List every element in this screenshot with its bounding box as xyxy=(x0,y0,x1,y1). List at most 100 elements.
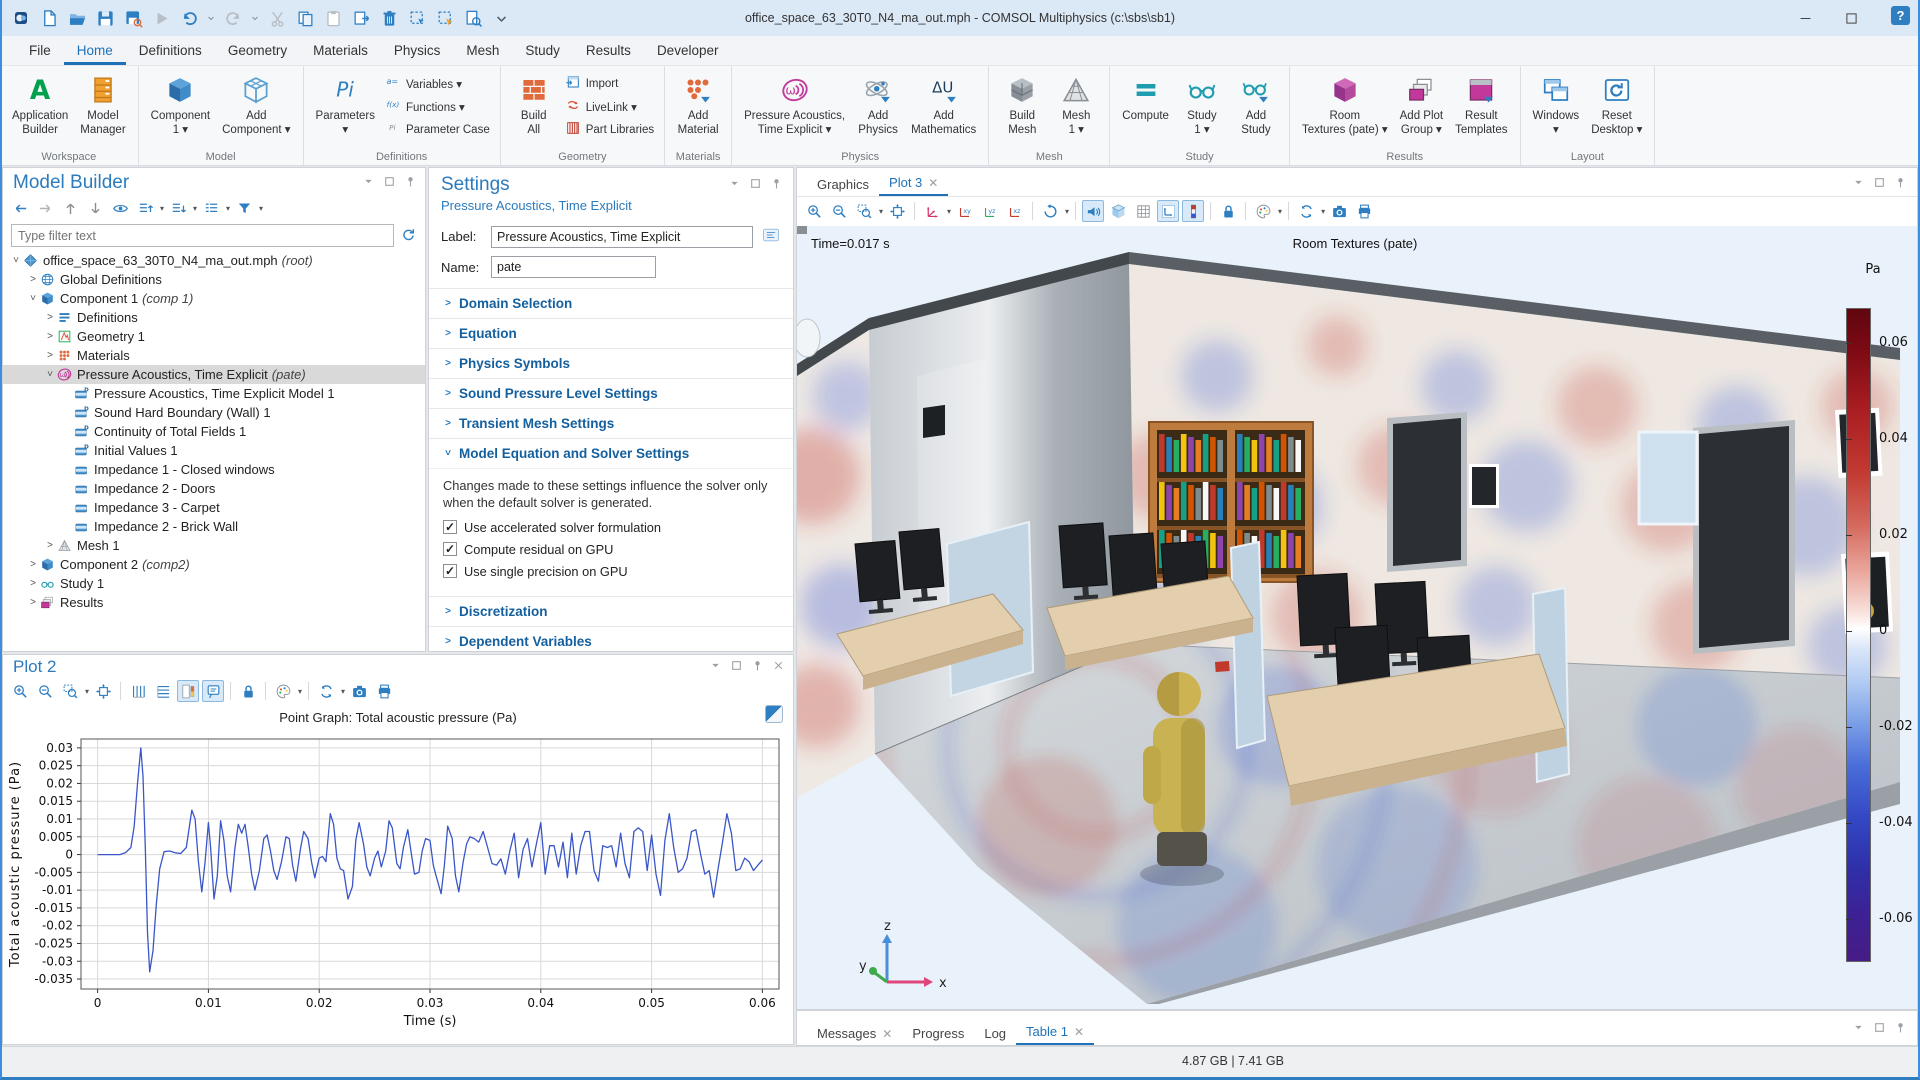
collapse-chevron-icon[interactable]: ˅ xyxy=(9,255,23,266)
checkbox-compute-residual-on-gpu[interactable]: ✓ Compute residual on GPU xyxy=(443,542,779,557)
open-folder-icon[interactable] xyxy=(64,5,90,31)
close-tab-icon[interactable]: ✕ xyxy=(882,1027,892,1041)
menu-tab-developer[interactable]: Developer xyxy=(644,36,732,65)
expand-chevron-icon[interactable]: ˃ xyxy=(441,328,455,339)
view-yz-button[interactable]: yz xyxy=(979,200,1001,222)
close-tab-icon[interactable]: ✕ xyxy=(1074,1025,1084,1039)
graphics-tab-plot-3[interactable]: Plot 3 ✕ xyxy=(879,171,949,196)
expand-chevron-icon[interactable]: ˃ xyxy=(441,418,455,429)
dropdown-caret-icon[interactable]: ▾ xyxy=(1278,207,1282,216)
rotate-button[interactable] xyxy=(1039,200,1061,222)
print-button[interactable] xyxy=(373,680,395,702)
tree-columns-button[interactable] xyxy=(200,197,222,219)
panel-menu-caret-icon[interactable] xyxy=(1852,1021,1865,1037)
undo-icon[interactable] xyxy=(176,5,202,31)
comsol-logo-icon[interactable] xyxy=(765,705,783,723)
ribbon-button-model-manager[interactable]: Model Manager xyxy=(74,70,131,141)
graphics-tab-graphics[interactable]: Graphics xyxy=(807,173,879,196)
ribbon-button-pate[interactable]: ω Pressure Acoustics, Time Explicit ▾ xyxy=(738,70,851,141)
collapse-levels-button[interactable] xyxy=(167,197,189,219)
settings-section-physics-symbols[interactable]: ˃ Physics Symbols xyxy=(429,348,793,378)
checkbox-use-single-precision-on-gpu[interactable]: ✓ Use single precision on GPU xyxy=(443,564,779,579)
save-find-icon[interactable] xyxy=(120,5,146,31)
dropdown-caret-icon[interactable]: ▾ xyxy=(298,687,302,696)
arrow-up-button[interactable] xyxy=(59,197,81,219)
new-file-icon[interactable] xyxy=(36,5,62,31)
settings-section-model-equation-and-solver-settings[interactable]: ˅ Model Equation and Solver Settings xyxy=(429,438,793,468)
tree-node[interactable]: ˃ Global Definitions xyxy=(3,270,425,289)
dropdown-caret-icon[interactable]: ▾ xyxy=(879,207,883,216)
ribbon-button-add-study[interactable]: Add Study xyxy=(1229,70,1283,141)
help-button[interactable]: ? xyxy=(1891,6,1910,25)
eye-button[interactable] xyxy=(109,197,131,219)
collapse-chevron-icon[interactable]: ˅ xyxy=(26,293,40,304)
redo-icon[interactable] xyxy=(220,5,246,31)
duplicate-icon[interactable] xyxy=(348,5,374,31)
tree-node[interactable]: ˃ Mesh 1 xyxy=(3,536,425,555)
ribbon-button-mesh1[interactable]: Mesh 1 ▾ xyxy=(1049,70,1103,141)
panel-menu-caret-icon[interactable] xyxy=(362,175,375,191)
menu-tab-home[interactable]: Home xyxy=(63,36,126,65)
ribbon-button-variables[interactable]: a= Variables ▾ xyxy=(385,74,490,93)
menu-tab-mesh[interactable]: Mesh xyxy=(453,36,512,65)
menu-tab-results[interactable]: Results xyxy=(573,36,644,65)
tree-node[interactable]: ˃ Study 1 xyxy=(3,574,425,593)
zoom-extents-button[interactable] xyxy=(92,680,114,702)
bottom-tab-log[interactable]: Log xyxy=(974,1022,1016,1045)
checkbox-checked-icon[interactable]: ✓ xyxy=(443,542,457,557)
select-frame-icon[interactable] xyxy=(404,5,430,31)
expand-chevron-icon[interactable]: ˃ xyxy=(26,274,40,285)
collapse-chevron-icon[interactable]: ˅ xyxy=(43,369,57,380)
ribbon-button-component[interactable]: Component 1 ▾ xyxy=(145,70,216,141)
zoom-out-button[interactable] xyxy=(828,200,850,222)
close-tab-icon[interactable]: ✕ xyxy=(928,176,938,190)
ribbon-button-app-builder[interactable]: A Application Builder xyxy=(6,70,74,141)
expand-chevron-icon[interactable]: ˃ xyxy=(441,606,455,617)
tree-node[interactable]: ˅ office_space_63_30T0_N4_ma_out.mph (root… xyxy=(3,251,425,270)
view-xz-button[interactable]: xz xyxy=(1004,200,1026,222)
pin-panel-icon[interactable] xyxy=(770,177,783,193)
menu-tab-definitions[interactable]: Definitions xyxy=(126,36,215,65)
ribbon-button-add-component[interactable]: Add Component ▾ xyxy=(216,70,296,141)
ribbon-button-room-textures[interactable]: Room Textures (pate) ▾ xyxy=(1296,70,1394,141)
float-panel-icon[interactable] xyxy=(1873,1021,1886,1037)
ribbon-button-reset-desktop[interactable]: Reset Desktop ▾ xyxy=(1585,70,1648,141)
dropdown-caret-icon[interactable]: ▾ xyxy=(193,204,197,213)
tree-node[interactable]: ˅ Component 1 (comp 1) xyxy=(3,289,425,308)
checkbox-use-accelerated-solver-formulation[interactable]: ✓ Use accelerated solver formulation xyxy=(443,520,779,535)
palette-button[interactable] xyxy=(272,680,294,702)
expand-chevron-icon[interactable]: ˃ xyxy=(26,597,40,608)
funnel-button[interactable] xyxy=(233,197,255,219)
arrow-left-button[interactable] xyxy=(9,197,31,219)
float-panel-icon[interactable] xyxy=(730,659,743,675)
ribbon-button-add-plot-group[interactable]: Add Plot Group ▾ xyxy=(1394,70,1449,141)
tree-node[interactable]: D Pressure Acoustics, Time Explicit Model… xyxy=(3,384,425,403)
bottom-tab-messages[interactable]: Messages ✕ xyxy=(807,1022,902,1045)
point-graph-chart[interactable]: 0.03 0.025 0.02 0.015 0.01 0.005 0 -0.005 -0.01 -… xyxy=(3,729,789,1035)
expand-chevron-icon[interactable]: ˃ xyxy=(43,312,57,323)
dropdown-caret-icon[interactable]: ▾ xyxy=(259,204,263,213)
tree-node[interactable]: Impedance 2 - Brick Wall xyxy=(3,517,425,536)
ribbon-button-add-material[interactable]: Add Material xyxy=(671,70,725,141)
copy-icon[interactable] xyxy=(292,5,318,31)
ribbon-button-parameter-case[interactable]: Pi Parameter Case xyxy=(385,120,490,139)
dropdown-caret-icon[interactable]: ▾ xyxy=(947,207,951,216)
float-panel-icon[interactable] xyxy=(383,175,396,191)
update-button[interactable] xyxy=(1295,200,1317,222)
expand-chevron-icon[interactable]: ˃ xyxy=(441,636,455,647)
pin-panel-icon[interactable] xyxy=(1894,176,1907,192)
settings-section-transient-mesh-settings[interactable]: ˃ Transient Mesh Settings xyxy=(429,408,793,438)
ribbon-button-build-mesh[interactable]: Build Mesh xyxy=(995,70,1049,141)
chevron-compact-icon[interactable] xyxy=(488,5,514,31)
axes2d-button[interactable] xyxy=(177,680,200,702)
ribbon-button-livelink[interactable]: LiveLink ▾ xyxy=(565,97,654,116)
cut-icon[interactable] xyxy=(264,5,290,31)
zoom-in-button[interactable] xyxy=(9,680,31,702)
tree-node[interactable]: ˃ Results xyxy=(3,593,425,612)
zoom-in-button[interactable] xyxy=(803,200,825,222)
expand-chevron-icon[interactable]: ˃ xyxy=(26,559,40,570)
colorbar-toggle-button[interactable] xyxy=(1182,200,1205,222)
update-button[interactable] xyxy=(315,680,337,702)
rename-icon[interactable] xyxy=(761,225,781,248)
expand-chevron-icon[interactable]: ˃ xyxy=(43,331,57,342)
